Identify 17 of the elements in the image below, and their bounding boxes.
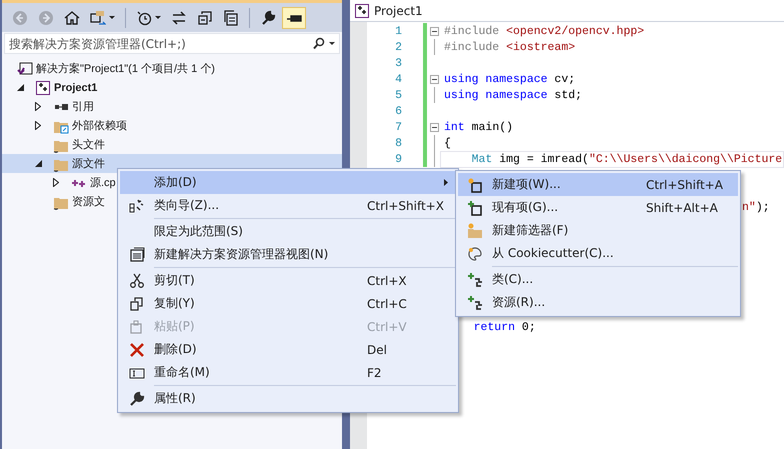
line-number: 2 [394, 40, 403, 54]
line-number: 7 [394, 120, 403, 134]
code-line: using namespace cv; [443, 72, 576, 88]
code-line: return 0; [472, 320, 537, 336]
code-line: using namespace std; [443, 88, 584, 104]
code-line: n"); [741, 200, 771, 216]
line-number: 3 [394, 56, 403, 70]
line-number: 9 [394, 152, 403, 166]
code-line: { [443, 136, 452, 152]
code-line: #include <iostream> [443, 40, 576, 56]
line-number: 8 [394, 136, 403, 150]
code-line: #include <opencv2/opencv.hpp> [443, 24, 646, 40]
line-number: 6 [394, 104, 403, 118]
code-line: int main() [443, 120, 514, 136]
line-number: 5 [394, 88, 403, 102]
line-number: 1 [394, 24, 403, 38]
line-number: 4 [394, 72, 403, 86]
